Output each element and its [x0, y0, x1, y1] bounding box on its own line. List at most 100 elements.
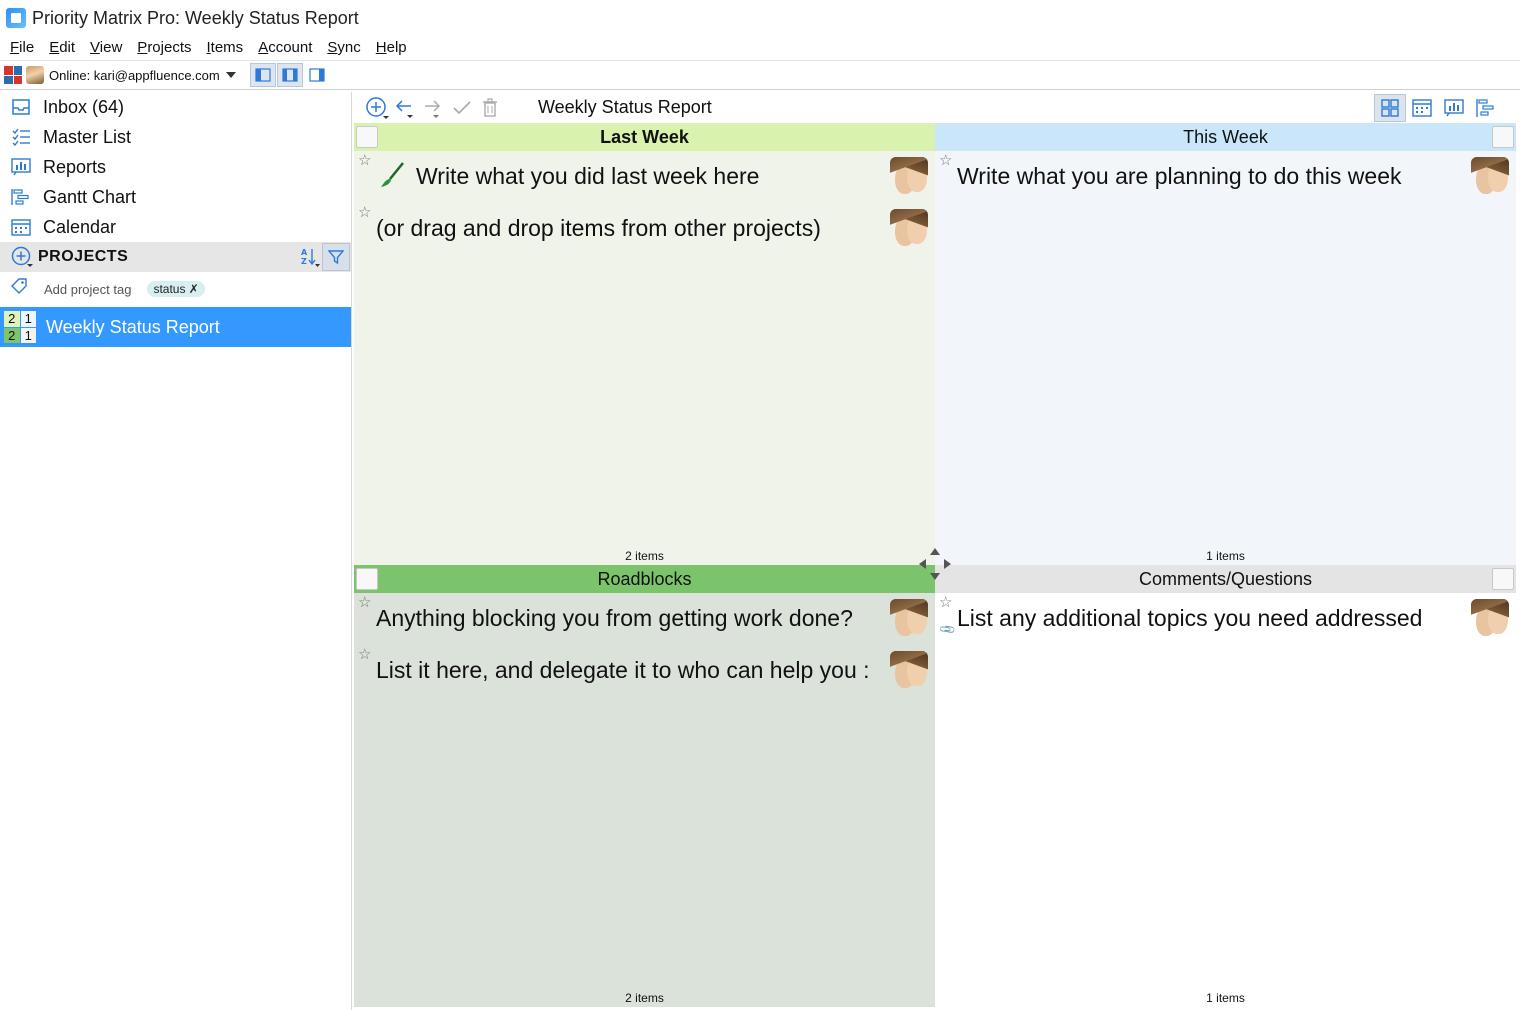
- online-status[interactable]: Online: kari@appfluence.com: [49, 68, 220, 83]
- matrix-count: 2: [4, 327, 20, 343]
- account-dropdown-icon[interactable]: [225, 72, 236, 78]
- star-icon[interactable]: ☆: [939, 593, 952, 611]
- item-count: 1 items: [1206, 549, 1245, 563]
- quadrant-title[interactable]: Comments/Questions: [1139, 569, 1312, 590]
- gantt-view-button[interactable]: [1470, 94, 1502, 122]
- sidebar-item-master-list[interactable]: Master List: [0, 122, 351, 152]
- menu-bar: File Edit View Projects Items Account Sy…: [0, 36, 422, 58]
- item-text[interactable]: List it here, and delegate it to who can…: [376, 657, 874, 684]
- quadrant-comments-questions: Comments/Questions ☆ 📎 List any addition…: [935, 565, 1516, 1007]
- arrow-left-icon: [395, 99, 413, 118]
- menu-items[interactable]: Items: [207, 39, 244, 56]
- quadrant-checkbox[interactable]: [356, 568, 378, 590]
- title-bar: Priority Matrix Pro: Weekly Status Repor…: [0, 0, 1520, 36]
- star-icon[interactable]: ☆: [358, 151, 371, 169]
- sidebar-item-label: Calendar: [43, 216, 117, 237]
- filter-button[interactable]: [322, 243, 350, 271]
- app-icon: [6, 8, 26, 28]
- star-icon[interactable]: ☆: [358, 203, 371, 221]
- menu-projects[interactable]: Projects: [137, 39, 191, 56]
- item-owner-avatar[interactable]: [890, 157, 928, 195]
- menu-help[interactable]: Help: [376, 39, 407, 56]
- quadrant-body[interactable]: ☆ Write what you are planning to do this…: [935, 151, 1516, 565]
- user-avatar[interactable]: [26, 66, 44, 84]
- add-project-icon[interactable]: [10, 246, 34, 268]
- quadrant-title[interactable]: Last Week: [600, 127, 689, 148]
- sidebar-item-label: Master List: [43, 126, 132, 147]
- item-text[interactable]: List any additional topics you need addr…: [957, 605, 1422, 632]
- menu-sync[interactable]: Sync: [327, 39, 360, 56]
- status-tag-chip[interactable]: status ✗: [147, 281, 205, 297]
- project-title: Weekly Status Report: [538, 97, 712, 117]
- quadrant-resize-handle[interactable]: [918, 547, 952, 581]
- item-owner-avatar[interactable]: [890, 651, 928, 689]
- move-back-button[interactable]: [392, 96, 420, 120]
- trash-icon: [483, 97, 497, 117]
- arrow-right-icon: [425, 99, 441, 118]
- delete-item-button[interactable]: [476, 96, 504, 120]
- layout-left-panel-button[interactable]: [249, 63, 276, 87]
- quadrant-title[interactable]: Roadblocks: [597, 569, 691, 590]
- sidebar-item-label: Inbox (64): [43, 96, 125, 117]
- reports-icon: [1444, 99, 1464, 117]
- project-name: Weekly Status Report: [46, 316, 220, 337]
- sidebar-item-gantt-chart[interactable]: Gantt Chart: [0, 182, 351, 212]
- menu-view[interactable]: View: [90, 39, 122, 56]
- quadrant-checkbox[interactable]: [1492, 568, 1514, 590]
- item-owner-avatar[interactable]: [890, 209, 928, 247]
- list-item[interactable]: ☆ (or drag and drop items from other pro…: [354, 203, 935, 255]
- sort-icon[interactable]: AZ: [301, 247, 321, 270]
- menu-file[interactable]: File: [10, 39, 34, 56]
- list-item[interactable]: ☆ Anything blocking you from getting wor…: [354, 593, 935, 645]
- item-text[interactable]: Write what you did last week here: [416, 163, 759, 190]
- quadrant-title[interactable]: This Week: [1183, 127, 1268, 148]
- svg-text:Z: Z: [301, 257, 307, 266]
- list-item[interactable]: ☆ 📎 List any additional topics you need …: [935, 593, 1516, 645]
- reports-view-button[interactable]: [1438, 94, 1470, 122]
- resize-arrows-icon: [919, 548, 951, 580]
- star-icon[interactable]: ☆: [358, 593, 371, 611]
- sidebar-item-label: Gantt Chart: [43, 186, 137, 207]
- item-text[interactable]: Anything blocking you from getting work …: [376, 605, 853, 632]
- menu-edit[interactable]: Edit: [49, 39, 75, 56]
- item-owner-avatar[interactable]: [890, 599, 928, 637]
- list-item[interactable]: ☆ Write what you are planning to do this…: [935, 151, 1516, 203]
- quadrant-checkbox[interactable]: [356, 126, 378, 148]
- move-forward-button[interactable]: [420, 96, 448, 120]
- matrix-count: 2: [4, 311, 20, 327]
- sidebar-item-calendar[interactable]: Calendar: [0, 212, 351, 242]
- sidebar-item-inbox[interactable]: Inbox (64): [0, 92, 351, 122]
- quadrant-roadblocks: Roadblocks ☆ Anything blocking you from …: [354, 565, 935, 1007]
- complete-item-button[interactable]: [448, 96, 476, 120]
- project-item-weekly-status-report[interactable]: 2 1 2 1 Weekly Status Report: [0, 307, 351, 347]
- layout-right-panel-button[interactable]: [304, 63, 330, 87]
- menu-account[interactable]: Account: [258, 39, 312, 56]
- projects-header: PROJECTS AZ: [0, 242, 351, 272]
- quadrant-header: This Week: [935, 123, 1516, 151]
- quadrant-body[interactable]: ☆ Anything blocking you from getting wor…: [354, 593, 935, 1007]
- calendar-view-button[interactable]: [1406, 94, 1438, 122]
- star-icon[interactable]: ☆: [939, 151, 952, 169]
- quadrant-body[interactable]: ☆ Write what you did last week here ☆ (o…: [354, 151, 935, 565]
- list-item[interactable]: ☆ List it here, and delegate it to who c…: [354, 645, 935, 697]
- quadrant-body[interactable]: ☆ 📎 List any additional topics you need …: [935, 593, 1516, 1007]
- layout-split-panel-button[interactable]: [276, 63, 303, 87]
- quadrant-last-week: Last Week ☆ Write what you did last week…: [354, 123, 935, 565]
- sidebar-item-reports[interactable]: Reports: [0, 152, 351, 182]
- tag-icon[interactable]: [10, 277, 28, 301]
- matrix-view-button[interactable]: [1374, 94, 1406, 122]
- list-item[interactable]: ☆ Write what you did last week here: [354, 151, 935, 203]
- add-item-icon: [366, 96, 389, 119]
- quadrant-header: Comments/Questions: [935, 565, 1516, 593]
- quadrant-checkbox[interactable]: [1492, 126, 1514, 148]
- quadrant-header: Last Week: [354, 123, 935, 151]
- item-owner-avatar[interactable]: [1471, 599, 1509, 637]
- star-icon[interactable]: ☆: [358, 645, 371, 663]
- add-item-button[interactable]: [364, 96, 392, 120]
- item-text[interactable]: Write what you are planning to do this w…: [957, 163, 1402, 190]
- item-text[interactable]: (or drag and drop items from other proje…: [376, 215, 821, 242]
- item-count: 1 items: [1206, 991, 1245, 1005]
- add-project-tag-link[interactable]: Add project tag: [44, 282, 131, 297]
- app-logo-icon: [4, 66, 22, 84]
- item-owner-avatar[interactable]: [1471, 157, 1509, 195]
